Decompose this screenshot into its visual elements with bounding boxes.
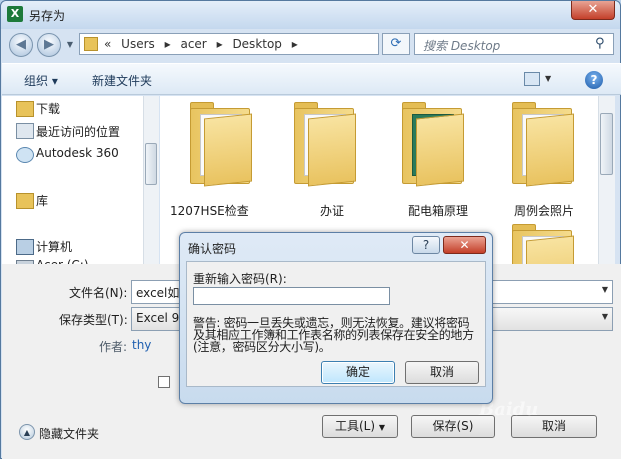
window-title: 另存为 — [29, 9, 66, 23]
library-icon — [16, 193, 34, 209]
address-bar[interactable]: « Users ▸ acer ▸ Desktop ▸ — [79, 33, 379, 55]
history-dropdown-icon[interactable]: ▼ — [64, 39, 76, 51]
title-bar: X 另存为 ✕ — [1, 1, 620, 29]
folder-icon[interactable] — [288, 102, 360, 187]
cloud-icon — [16, 147, 34, 163]
search-input[interactable]: 搜索 Desktop — [423, 37, 500, 54]
computer-icon — [16, 239, 34, 255]
ok-button[interactable]: 确定 — [321, 361, 395, 384]
excel-app-icon: X — [7, 6, 23, 22]
sidebar-item-computer[interactable]: 计算机 — [36, 238, 72, 255]
download-folder-icon — [16, 101, 34, 117]
help-icon[interactable]: ? — [585, 71, 603, 89]
breadcrumb: « Users ▸ acer ▸ Desktop ▸ — [104, 37, 304, 51]
breadcrumb-separator[interactable]: ▸ — [165, 37, 171, 51]
file-list-scrollbar-thumb[interactable] — [600, 113, 613, 175]
organize-menu-button[interactable]: 组织 ▾ — [24, 72, 58, 89]
dialog-body: 重新输入密码(R): 警告: 密码一旦丢失或遗忘，则无法恢复。建议将密码及其相应… — [186, 261, 486, 387]
breadcrumb-item-desktop[interactable]: Desktop — [232, 37, 282, 51]
breadcrumb-separator[interactable]: ▸ — [217, 37, 223, 51]
filetype-label: 保存类型(T): — [59, 313, 128, 327]
folder-label[interactable]: 1207HSE检查 — [170, 202, 249, 219]
refresh-button[interactable]: ⟳ — [382, 33, 410, 55]
dialog-close-button[interactable]: ✕ — [443, 236, 486, 254]
dialog-cancel-button[interactable]: 取消 — [405, 361, 479, 384]
password-input[interactable] — [193, 287, 390, 305]
password-warning-text: 警告: 密码一旦丢失或遗忘，则无法恢复。建议将密码及其相应工作簿和工作表名称的列… — [193, 316, 474, 354]
sidebar-item-library[interactable]: 库 — [36, 192, 48, 209]
search-box[interactable]: 搜索 Desktop ⚲ — [414, 33, 614, 55]
recent-places-icon — [16, 123, 34, 139]
new-folder-button[interactable]: 新建文件夹 — [92, 72, 152, 89]
breadcrumb-item-users[interactable]: Users — [121, 37, 155, 51]
dialog-title: 确认密码 — [188, 242, 237, 256]
folder-icon[interactable] — [396, 102, 468, 187]
view-dropdown-icon[interactable]: ▼ — [545, 72, 551, 86]
folder-label[interactable]: 周例会照片 — [514, 202, 574, 219]
view-options-icon[interactable] — [524, 72, 540, 86]
chevron-down-icon[interactable]: ▼ — [602, 285, 608, 294]
save-as-window: X 另存为 ✕ ◀ ▶ ▼ « Users ▸ acer ▸ Desktop ▸… — [0, 0, 621, 459]
thumbnail-checkbox[interactable] — [158, 376, 170, 388]
window-close-button[interactable]: ✕ — [571, 1, 615, 20]
filetype-value[interactable]: Excel 9 — [136, 311, 179, 325]
hide-folders-button[interactable]: 隐藏文件夹 — [39, 425, 99, 442]
confirm-password-dialog: 确认密码 ? ✕ 重新输入密码(R): 警告: 密码一旦丢失或遗忘，则无法恢复。… — [179, 232, 493, 404]
dialog-help-button[interactable]: ? — [412, 236, 440, 254]
chevron-down-icon[interactable]: ▼ — [602, 312, 608, 321]
sidebar-item-autodesk[interactable]: Autodesk 360 — [36, 146, 119, 160]
navigation-pane: 下载 最近访问的位置 Autodesk 360 库 计算机 Acer (C:) — [2, 96, 159, 266]
search-icon[interactable]: ⚲ — [595, 37, 609, 51]
forward-button[interactable]: ▶ — [37, 33, 61, 57]
sidebar-item-downloads[interactable]: 下载 — [36, 100, 60, 117]
back-button[interactable]: ◀ — [9, 33, 33, 57]
command-toolbar: 组织 ▾ 新建文件夹 ▼ ? — [2, 63, 621, 95]
reenter-password-label: 重新输入密码(R): — [193, 272, 287, 286]
breadcrumb-item-acer[interactable]: acer — [180, 37, 206, 51]
filename-value[interactable]: excel如 — [136, 284, 179, 301]
folder-label[interactable]: 办证 — [320, 202, 344, 219]
author-label: 作者: — [99, 340, 128, 354]
tools-label: 工具(L) — [334, 419, 376, 433]
folder-icon[interactable] — [184, 102, 256, 187]
chevron-up-icon[interactable]: ▲ — [19, 424, 35, 440]
folder-icon[interactable] — [506, 102, 578, 187]
sidebar-item-recent[interactable]: 最近访问的位置 — [36, 123, 120, 140]
breadcrumb-prefix[interactable]: « — [104, 37, 111, 51]
folder-label[interactable]: 配电箱原理 — [408, 202, 468, 219]
tools-menu-button[interactable]: 工具(L) ▼ — [322, 415, 398, 438]
folder-icon — [84, 37, 98, 51]
nav-scrollbar-thumb[interactable] — [145, 143, 157, 185]
author-value[interactable]: thy — [132, 338, 151, 352]
breadcrumb-separator[interactable]: ▸ — [292, 37, 298, 51]
filename-label: 文件名(N): — [69, 286, 128, 300]
chevron-down-icon: ▼ — [378, 423, 386, 432]
folder-icon[interactable] — [506, 224, 578, 264]
